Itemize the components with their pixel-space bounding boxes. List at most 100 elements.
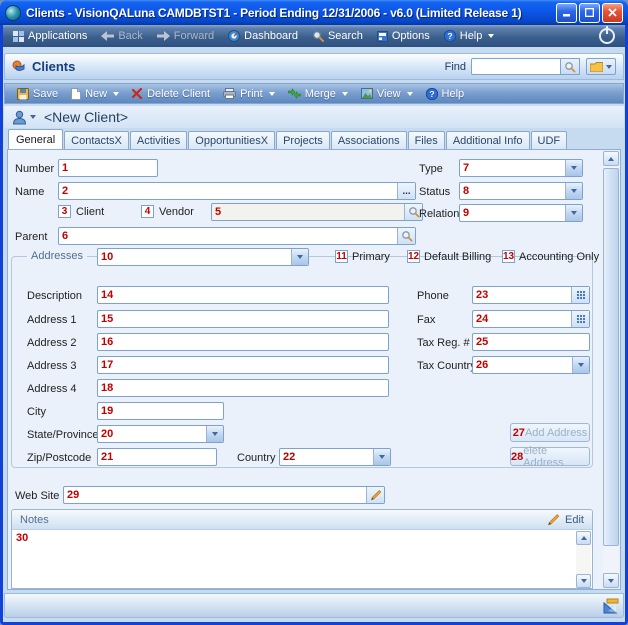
- notes-scroll-down[interactable]: [576, 574, 591, 588]
- scroll-up-button[interactable]: [603, 151, 619, 166]
- notes-edit-button[interactable]: Edit: [547, 513, 584, 526]
- status-select[interactable]: 8: [459, 182, 583, 200]
- address2-field[interactable]: 16: [97, 333, 389, 351]
- country-dropdown-arrow[interactable]: [373, 449, 390, 465]
- client-avatar-icon[interactable]: [12, 110, 27, 125]
- nav-options[interactable]: Options: [377, 30, 430, 42]
- print-button[interactable]: Print: [219, 88, 279, 100]
- folder-dropdown-arrow: [606, 65, 612, 69]
- folder-icon: [590, 62, 603, 72]
- website-field[interactable]: 29: [63, 486, 385, 504]
- type-select[interactable]: 7: [459, 159, 583, 177]
- print-dropdown-arrow[interactable]: [269, 92, 275, 96]
- nav-forward[interactable]: Forward: [157, 30, 214, 42]
- minimize-button[interactable]: [556, 3, 577, 23]
- save-button[interactable]: Save: [13, 88, 62, 100]
- vendor-checkbox[interactable]: 4: [141, 205, 154, 218]
- tax-country-select[interactable]: 26: [472, 356, 590, 374]
- tab-additional-info[interactable]: Additional Info: [446, 131, 530, 149]
- vendor-lookup-field[interactable]: 5: [211, 203, 423, 221]
- pencil-icon: [370, 489, 382, 501]
- relationship-select[interactable]: 9: [459, 204, 583, 222]
- tab-projects[interactable]: Projects: [276, 131, 330, 149]
- expand-corner-icon[interactable]: [602, 598, 619, 615]
- nav-dashboard[interactable]: Dashboard: [228, 30, 298, 42]
- parent-lookup-button[interactable]: [397, 228, 415, 244]
- delete-address-button[interactable]: 28elete Address: [510, 447, 590, 466]
- find-search-button[interactable]: [561, 58, 580, 75]
- scroll-down-button[interactable]: [603, 573, 619, 588]
- default-billing-checkbox[interactable]: 12: [407, 250, 420, 263]
- scrollbar-thumb[interactable]: [603, 168, 619, 546]
- parent-field[interactable]: 6: [58, 227, 416, 245]
- status-dropdown-arrow[interactable]: [565, 183, 582, 199]
- zip-field[interactable]: 21: [97, 448, 217, 466]
- delete-client-button[interactable]: Delete Client: [128, 88, 214, 100]
- merge-button[interactable]: Merge: [284, 88, 352, 100]
- tab-activities[interactable]: Activities: [130, 131, 187, 149]
- view-dropdown-arrow[interactable]: [407, 92, 413, 96]
- find-input[interactable]: [471, 58, 561, 75]
- name-field[interactable]: 2...: [58, 182, 416, 200]
- fax-dial-button[interactable]: [571, 311, 589, 327]
- tab-contactsx[interactable]: ContactsX: [64, 131, 129, 149]
- state-dropdown-arrow[interactable]: [206, 426, 223, 442]
- number-field[interactable]: 1: [58, 159, 158, 177]
- tax-country-dropdown-arrow[interactable]: [572, 357, 589, 373]
- general-tab-panel: Number 1 Type 7 Name 2... Status 8 3 Cli…: [7, 149, 621, 590]
- address1-label: Address 1: [27, 314, 77, 326]
- nav-applications[interactable]: Applications: [13, 30, 87, 42]
- address-selector-dropdown-arrow[interactable]: [291, 249, 308, 265]
- maximize-button[interactable]: [579, 3, 600, 23]
- state-select[interactable]: 20: [97, 425, 224, 443]
- content-scrollbar[interactable]: [603, 151, 619, 588]
- tab-general[interactable]: General: [8, 129, 63, 149]
- window-icon: [5, 5, 21, 21]
- phone-field[interactable]: 23: [472, 286, 590, 304]
- toolbar-help-button[interactable]: ? Help: [422, 88, 469, 100]
- add-address-button[interactable]: 27Add Address: [510, 423, 590, 442]
- notes-scrollbar[interactable]: [576, 531, 591, 588]
- phone-dial-button[interactable]: [571, 287, 589, 303]
- description-field[interactable]: 14: [97, 286, 389, 304]
- close-button[interactable]: [602, 3, 623, 23]
- accounting-only-label: Accounting Only: [519, 251, 599, 263]
- client-checkbox[interactable]: 3: [58, 205, 71, 218]
- tab-udf[interactable]: UDF: [531, 131, 568, 149]
- website-edit-button[interactable]: [366, 487, 384, 503]
- nav-search[interactable]: Search: [312, 30, 363, 42]
- city-field[interactable]: 19: [97, 402, 224, 420]
- folder-button[interactable]: [586, 58, 616, 75]
- tax-reg-field[interactable]: 25: [472, 333, 590, 351]
- fax-field[interactable]: 24: [472, 310, 590, 328]
- new-button[interactable]: New: [67, 88, 123, 100]
- tab-associations[interactable]: Associations: [331, 131, 407, 149]
- notes-text[interactable]: 30: [12, 530, 592, 589]
- merge-dropdown-arrow[interactable]: [342, 92, 348, 96]
- primary-checkbox[interactable]: 11: [335, 250, 348, 263]
- notes-scroll-up[interactable]: [576, 531, 591, 545]
- record-dropdown-arrow[interactable]: [30, 115, 36, 119]
- view-button[interactable]: View: [357, 88, 417, 100]
- maximize-icon: [585, 8, 594, 17]
- view-image-icon: [361, 88, 373, 99]
- tab-opportunitiesx[interactable]: OpportunitiesX: [188, 131, 275, 149]
- accounting-only-checkbox[interactable]: 13: [502, 250, 515, 263]
- tax-country-label: Tax Country: [417, 360, 476, 372]
- country-select[interactable]: 22: [279, 448, 391, 466]
- country-label: Country: [237, 452, 276, 464]
- name-browse-button[interactable]: ...: [397, 183, 415, 199]
- address-selector[interactable]: 10: [97, 248, 309, 266]
- close-icon: [608, 8, 617, 17]
- address4-field[interactable]: 18: [97, 379, 389, 397]
- nav-back[interactable]: Back: [101, 30, 142, 42]
- address3-field[interactable]: 17: [97, 356, 389, 374]
- type-dropdown-arrow[interactable]: [565, 160, 582, 176]
- power-icon[interactable]: [599, 28, 615, 44]
- new-dropdown-arrow[interactable]: [113, 92, 119, 96]
- website-label: Web Site: [15, 490, 59, 502]
- tab-files[interactable]: Files: [408, 131, 445, 149]
- relationship-dropdown-arrow[interactable]: [565, 205, 582, 221]
- nav-help[interactable]: ? Help: [444, 30, 495, 42]
- address1-field[interactable]: 15: [97, 310, 389, 328]
